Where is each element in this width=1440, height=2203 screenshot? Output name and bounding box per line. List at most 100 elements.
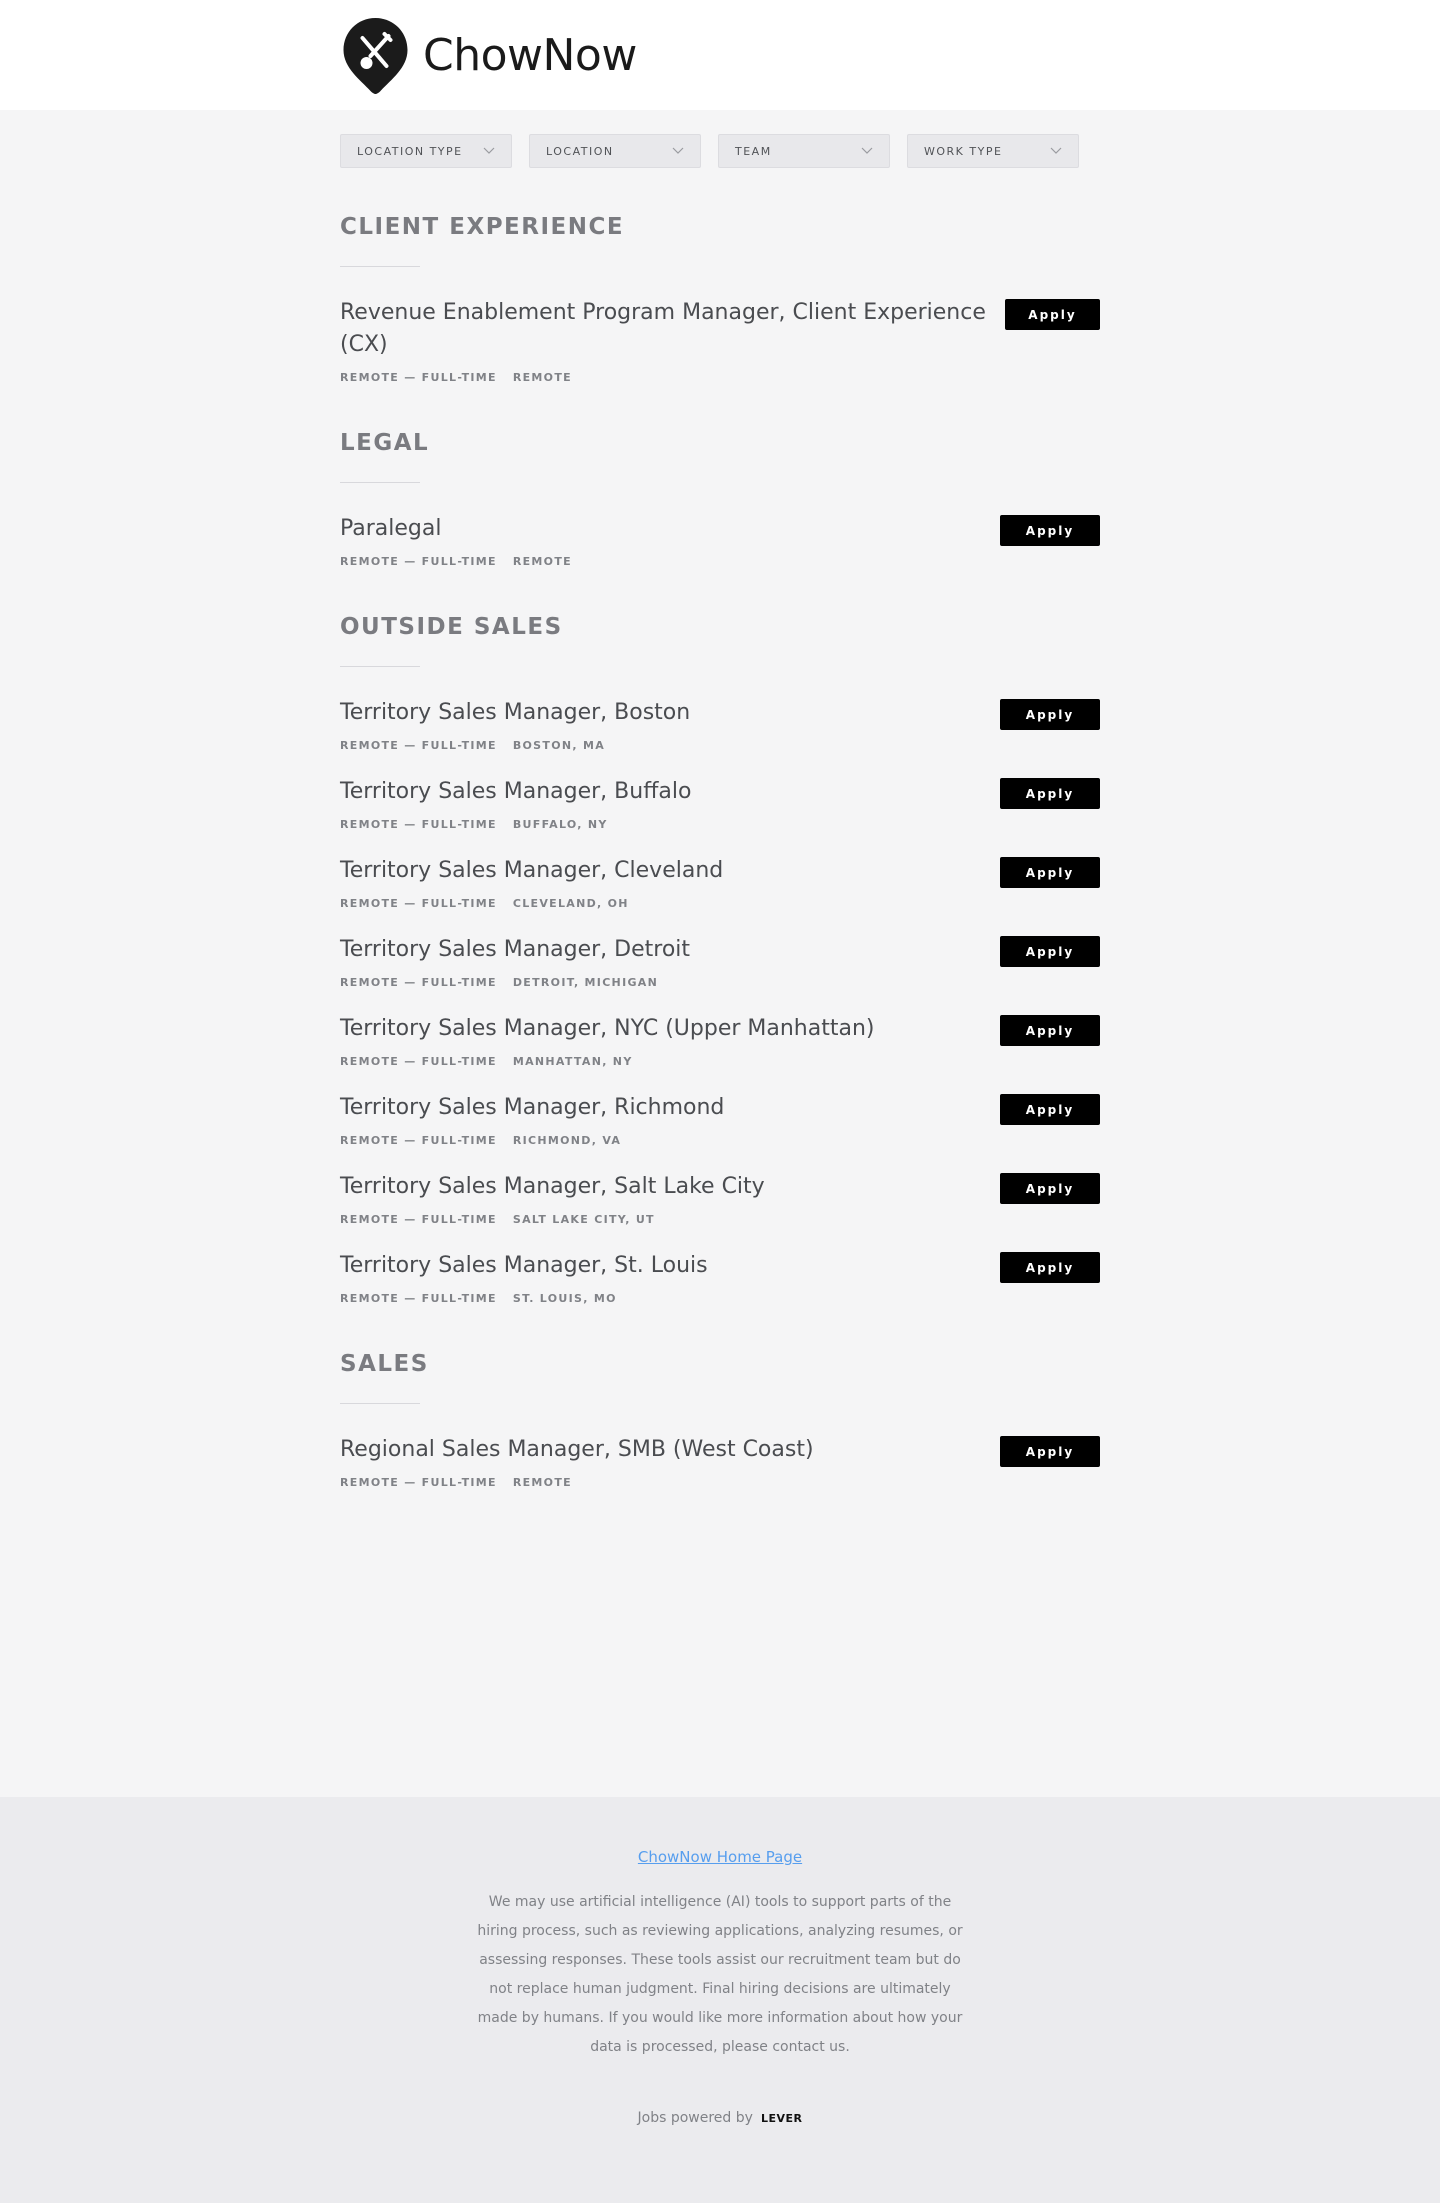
group-title: Outside Sales (340, 614, 563, 640)
posting-commitment: Remote — Full-Time (340, 1055, 497, 1068)
chevron-down-icon (1050, 147, 1062, 154)
posting-location: Salt Lake City, UT (512, 1213, 655, 1226)
posting-row: Territory Sales Manager, St. Louis Remot… (340, 1250, 1100, 1305)
posting-title-link[interactable]: Territory Sales Manager, Cleveland (340, 858, 723, 883)
group-title: Client Experience (340, 214, 625, 240)
posting-meta: Remote — Full-Time Salt Lake City, UT (340, 1213, 765, 1226)
apply-button[interactable]: Apply (1000, 515, 1100, 546)
posting-title-link[interactable]: Territory Sales Manager, St. Louis (340, 1253, 708, 1278)
lever-logo-link[interactable]: LEVER (761, 2112, 803, 2125)
posting-commitment: Remote — Full-Time (340, 1213, 497, 1226)
posting-location: Buffalo, NY (512, 818, 608, 831)
posting-group-sales: Sales Regional Sales Manager, SMB (West … (340, 1351, 1100, 1489)
apply-button[interactable]: Apply (1004, 299, 1100, 330)
apply-button[interactable]: Apply (1000, 778, 1100, 809)
group-divider (340, 1403, 420, 1404)
posting-meta: Remote — Full-Time Buffalo, NY (340, 818, 691, 831)
posting-row: Revenue Enablement Program Manager, Clie… (340, 297, 1100, 384)
chevron-down-icon (483, 147, 495, 154)
posting-title-link[interactable]: Territory Sales Manager, NYC (Upper Manh… (340, 1016, 875, 1041)
posting-meta: Remote — Full-Time Remote (340, 371, 1005, 384)
apply-button[interactable]: Apply (1000, 1015, 1100, 1046)
posting-title-link[interactable]: Territory Sales Manager, Buffalo (340, 779, 691, 804)
group-divider (340, 666, 420, 667)
chownow-logo-link[interactable]: ChowNow (340, 16, 637, 94)
posting-meta: Remote — Full-Time Manhattan, NY (340, 1055, 875, 1068)
powered-by-text: Jobs powered by (637, 2110, 753, 2126)
posting-location: St. Louis, MO (512, 1292, 617, 1305)
apply-button[interactable]: Apply (1000, 857, 1100, 888)
posting-group-legal: Legal Paralegal Remote — Full-Time Remot… (340, 430, 1100, 568)
filter-label: Team (735, 144, 772, 158)
group-title: Sales (340, 1351, 429, 1377)
postings-main: Location type Location Team Work type Cl… (340, 110, 1100, 1797)
posting-row: Territory Sales Manager, Boston Remote —… (340, 697, 1100, 752)
brand-name: ChowNow (423, 29, 637, 81)
posting-meta: Remote — Full-Time Richmond, VA (340, 1134, 724, 1147)
apply-button[interactable]: Apply (1000, 1252, 1100, 1283)
filter-team[interactable]: Team (718, 134, 890, 168)
filter-bar: Location type Location Team Work type (340, 134, 1100, 168)
posting-commitment: Remote — Full-Time (340, 1292, 497, 1305)
posting-row: Territory Sales Manager, Richmond Remote… (340, 1092, 1100, 1147)
posting-group-outside-sales: Outside Sales Territory Sales Manager, B… (340, 614, 1100, 1305)
posting-location: Remote (512, 1476, 572, 1489)
posting-title-link[interactable]: Regional Sales Manager, SMB (West Coast) (340, 1437, 814, 1462)
apply-button[interactable]: Apply (1000, 699, 1100, 730)
posting-meta: Remote — Full-Time Boston, MA (340, 739, 690, 752)
site-footer: ChowNow Home Page We may use artificial … (0, 1797, 1440, 2203)
apply-button[interactable]: Apply (1000, 936, 1100, 967)
posting-row: Regional Sales Manager, SMB (West Coast)… (340, 1434, 1100, 1489)
posting-meta: Remote — Full-Time Detroit, Michigan (340, 976, 690, 989)
posting-location: Detroit, Michigan (512, 976, 659, 989)
posting-commitment: Remote — Full-Time (340, 1134, 497, 1147)
home-page-link[interactable]: ChowNow Home Page (638, 1848, 802, 1866)
apply-button[interactable]: Apply (1000, 1094, 1100, 1125)
posting-location: Richmond, VA (512, 1134, 622, 1147)
apply-button[interactable]: Apply (1000, 1173, 1100, 1204)
posting-commitment: Remote — Full-Time (340, 818, 497, 831)
posting-title-link[interactable]: Territory Sales Manager, Detroit (340, 937, 690, 962)
posting-row: Territory Sales Manager, Detroit Remote … (340, 934, 1100, 989)
ai-disclaimer-text: We may use artificial intelligence (AI) … (477, 1894, 963, 2055)
posting-row: Paralegal Remote — Full-Time Remote Appl… (340, 513, 1100, 568)
fork-knife-pin-icon (343, 18, 408, 94)
site-header: ChowNow (0, 0, 1440, 110)
posting-group-client-experience: Client Experience Revenue Enablement Pro… (340, 214, 1100, 384)
group-divider (340, 266, 420, 267)
posting-row: Territory Sales Manager, Buffalo Remote … (340, 776, 1100, 831)
posting-title-link[interactable]: Territory Sales Manager, Salt Lake City (340, 1174, 765, 1199)
posting-location: Manhattan, NY (512, 1055, 633, 1068)
filter-work-type[interactable]: Work type (907, 134, 1079, 168)
posting-title-link[interactable]: Paralegal (340, 516, 442, 541)
filter-label: Location (546, 144, 614, 158)
posting-location: Remote (512, 555, 572, 568)
posting-commitment: Remote — Full-Time (340, 555, 497, 568)
apply-button[interactable]: Apply (1000, 1436, 1100, 1467)
posting-commitment: Remote — Full-Time (340, 897, 497, 910)
posting-row: Territory Sales Manager, Salt Lake City … (340, 1171, 1100, 1226)
group-divider (340, 482, 420, 483)
posting-location: Remote (512, 371, 572, 384)
posting-title-link[interactable]: Revenue Enablement Program Manager, Clie… (340, 300, 986, 357)
filter-label: Work type (924, 144, 1003, 158)
filter-label: Location type (357, 144, 463, 158)
posting-meta: Remote — Full-Time Cleveland, OH (340, 897, 723, 910)
powered-by: Jobs powered by LEVER (0, 2110, 1440, 2126)
posting-meta: Remote — Full-Time Remote (340, 555, 572, 568)
posting-commitment: Remote — Full-Time (340, 1476, 497, 1489)
group-title: Legal (340, 430, 430, 456)
posting-row: Territory Sales Manager, Cleveland Remot… (340, 855, 1100, 910)
posting-meta: Remote — Full-Time St. Louis, MO (340, 1292, 708, 1305)
posting-title-link[interactable]: Territory Sales Manager, Richmond (340, 1095, 724, 1120)
posting-commitment: Remote — Full-Time (340, 739, 497, 752)
posting-meta: Remote — Full-Time Remote (340, 1476, 814, 1489)
header-inner: ChowNow (340, 0, 1100, 110)
posting-commitment: Remote — Full-Time (340, 976, 497, 989)
posting-commitment: Remote — Full-Time (340, 371, 497, 384)
posting-title-link[interactable]: Territory Sales Manager, Boston (340, 700, 690, 725)
filter-location[interactable]: Location (529, 134, 701, 168)
chevron-down-icon (861, 147, 873, 154)
posting-location: Boston, MA (512, 739, 606, 752)
filter-location-type[interactable]: Location type (340, 134, 512, 168)
